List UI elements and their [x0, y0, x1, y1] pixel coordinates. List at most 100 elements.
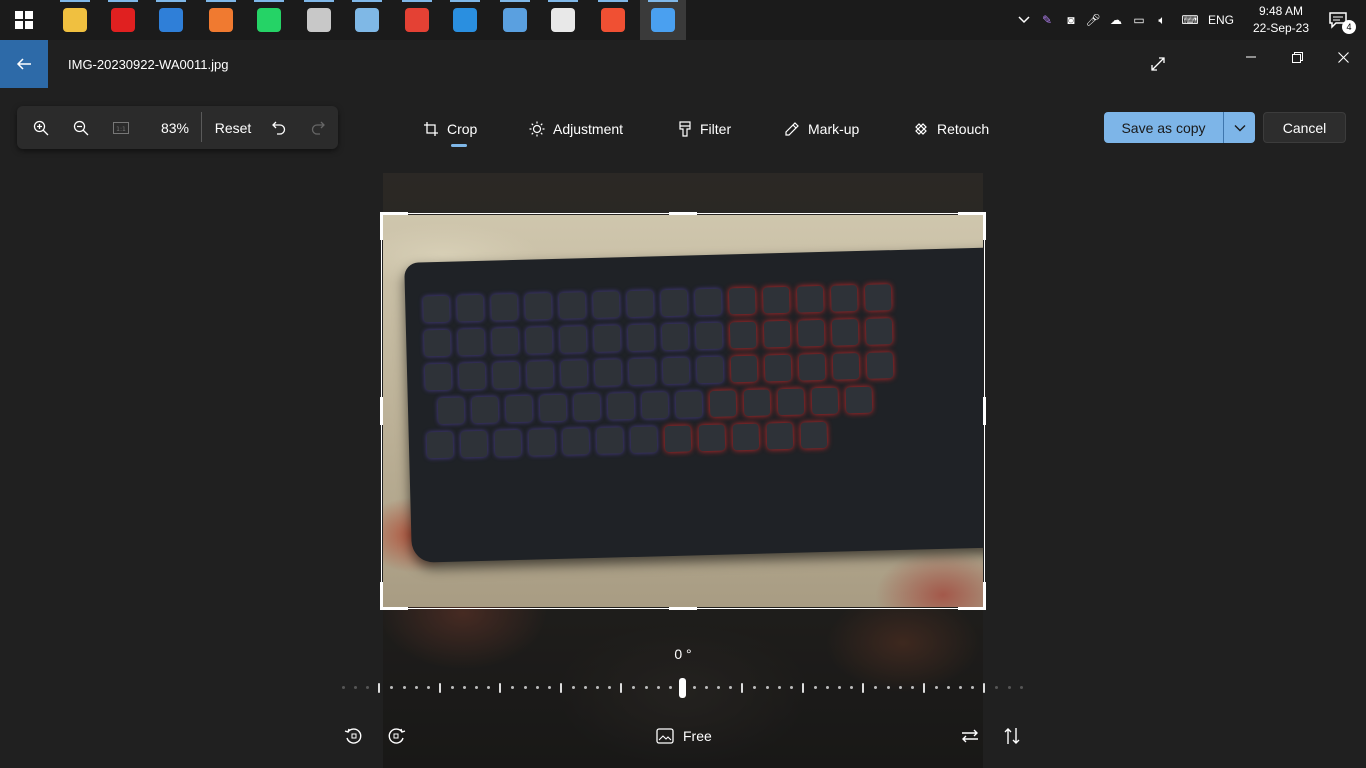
network-icon[interactable]: ▭ — [1128, 13, 1150, 27]
aspect-ratio-label: Free — [683, 728, 712, 744]
taskbar-app-xampp[interactable] — [198, 0, 244, 40]
keyboard-key — [424, 363, 452, 391]
zoom-in-button[interactable] — [27, 114, 55, 142]
keyboard-key — [730, 355, 758, 383]
tab-retouch[interactable]: Retouch — [913, 117, 989, 141]
divider — [201, 112, 202, 142]
taskbar-app-paint[interactable] — [540, 0, 586, 40]
taskbar-app-photos[interactable] — [640, 0, 686, 40]
slider-tick — [342, 686, 345, 689]
taskbar-app-microsoft-store[interactable] — [148, 0, 194, 40]
tab-markup-label: Mark-up — [808, 121, 860, 137]
zoom-percent: 83% — [160, 120, 190, 136]
keyboard-key — [559, 292, 586, 319]
taskbar-app-git[interactable] — [590, 0, 636, 40]
save-as-copy-button[interactable]: Save as copy — [1104, 112, 1223, 143]
onedrive-icon[interactable]: ☁ — [1104, 13, 1128, 27]
keyboard-key — [628, 358, 656, 386]
language-indicator[interactable]: ENG — [1206, 13, 1236, 27]
running-indicator — [60, 0, 90, 2]
chevron-up-icon[interactable] — [1014, 13, 1034, 27]
remote-desktop-icon — [503, 8, 527, 32]
slider-tick — [620, 683, 623, 693]
tab-filter[interactable]: Filter — [678, 117, 731, 141]
rotate-left-icon — [344, 728, 362, 744]
undo-icon — [272, 121, 286, 135]
keyboard-key — [709, 390, 737, 417]
taskbar-app-file-explorer[interactable] — [52, 0, 98, 40]
slider-tick — [1007, 686, 1011, 689]
keyboard-key — [830, 285, 858, 312]
slider-tick — [656, 686, 660, 689]
taskbar-app-notepad[interactable] — [344, 0, 390, 40]
keyboard-key — [796, 285, 824, 313]
aspect-ratio-button[interactable]: Free — [655, 724, 712, 748]
keyboard-key — [864, 284, 892, 311]
minimize-button[interactable] — [1228, 40, 1274, 74]
slider-tick — [632, 686, 636, 689]
running-indicator — [648, 0, 678, 2]
flip-vertical-button[interactable] — [1000, 724, 1024, 748]
keyboard-photo — [404, 247, 983, 563]
rotate-right-button[interactable] — [384, 724, 408, 748]
zoom-out-button[interactable] — [67, 114, 95, 142]
notification-center-button[interactable]: 4 — [1318, 0, 1358, 40]
camera-icon[interactable]: ◙ — [1060, 13, 1082, 27]
running-indicator — [206, 0, 236, 2]
redo-button[interactable] — [306, 114, 330, 142]
flip-horizontal-button[interactable] — [958, 724, 982, 748]
taskbar-app-vscode[interactable] — [442, 0, 488, 40]
keyboard-key — [596, 427, 624, 454]
rotation-slider[interactable] — [340, 678, 1030, 698]
slider-tick — [922, 683, 925, 693]
tab-crop[interactable]: Crop — [423, 117, 477, 141]
running-indicator — [450, 0, 480, 2]
keyboard-key — [694, 288, 722, 316]
zoom-in-icon — [33, 120, 49, 136]
taskbar-app-screen-recorder[interactable] — [100, 0, 146, 40]
restore-button[interactable] — [1274, 40, 1320, 74]
save-options-dropdown[interactable] — [1224, 112, 1255, 143]
fullscreen-button[interactable] — [1144, 52, 1172, 76]
clock[interactable]: 9:48 AM 22-Sep-23 — [1248, 3, 1314, 37]
microphone-icon[interactable]: 🎤︎ — [1082, 13, 1104, 27]
keyboard-icon[interactable]: ⌨ — [1174, 13, 1206, 27]
taskbar-app-chrome[interactable] — [394, 0, 440, 40]
taskbar-app-whatsapp[interactable] — [246, 0, 292, 40]
start-button[interactable] — [0, 0, 48, 40]
git-icon — [601, 8, 625, 32]
photo-crop-area[interactable] — [383, 215, 983, 607]
undo-button[interactable] — [267, 114, 291, 142]
keyboard-key — [471, 396, 499, 424]
pen-icon[interactable]: ✎ — [1034, 13, 1060, 27]
keyboard-key — [457, 294, 484, 322]
volume-icon[interactable]: 🔈︎ — [1150, 13, 1174, 28]
rotate-left-button[interactable] — [342, 724, 366, 748]
keyboard-key — [525, 293, 552, 320]
keyboard-key — [607, 392, 635, 420]
actual-size-icon: 1:1 — [113, 122, 129, 134]
file-explorer-icon — [63, 8, 87, 32]
actual-size-button[interactable]: 1:1 — [107, 114, 135, 142]
tab-markup[interactable]: Mark-up — [784, 117, 859, 141]
redo-icon — [311, 121, 325, 135]
svg-text:1:1: 1:1 — [116, 126, 126, 133]
tab-adjustment[interactable]: Adjustment — [529, 117, 623, 141]
reset-button[interactable]: Reset — [213, 114, 253, 142]
notepad-icon — [355, 8, 379, 32]
taskbar-app-presentation-app[interactable] — [296, 0, 342, 40]
slider-tick — [523, 686, 527, 689]
cancel-button[interactable]: Cancel — [1263, 112, 1346, 143]
back-button[interactable] — [0, 40, 48, 88]
keyboard-key — [832, 353, 860, 380]
rotation-slider-thumb[interactable] — [679, 678, 686, 698]
crop-handle-right[interactable] — [983, 397, 986, 425]
keyboard-key — [660, 289, 688, 317]
slider-tick — [511, 686, 515, 689]
keyboard-key — [695, 322, 723, 350]
keyboard-key — [525, 327, 553, 354]
keyboard-key — [762, 286, 790, 314]
keyboard-key — [764, 354, 792, 382]
taskbar-app-remote-desktop[interactable] — [492, 0, 538, 40]
close-button[interactable] — [1320, 40, 1366, 74]
